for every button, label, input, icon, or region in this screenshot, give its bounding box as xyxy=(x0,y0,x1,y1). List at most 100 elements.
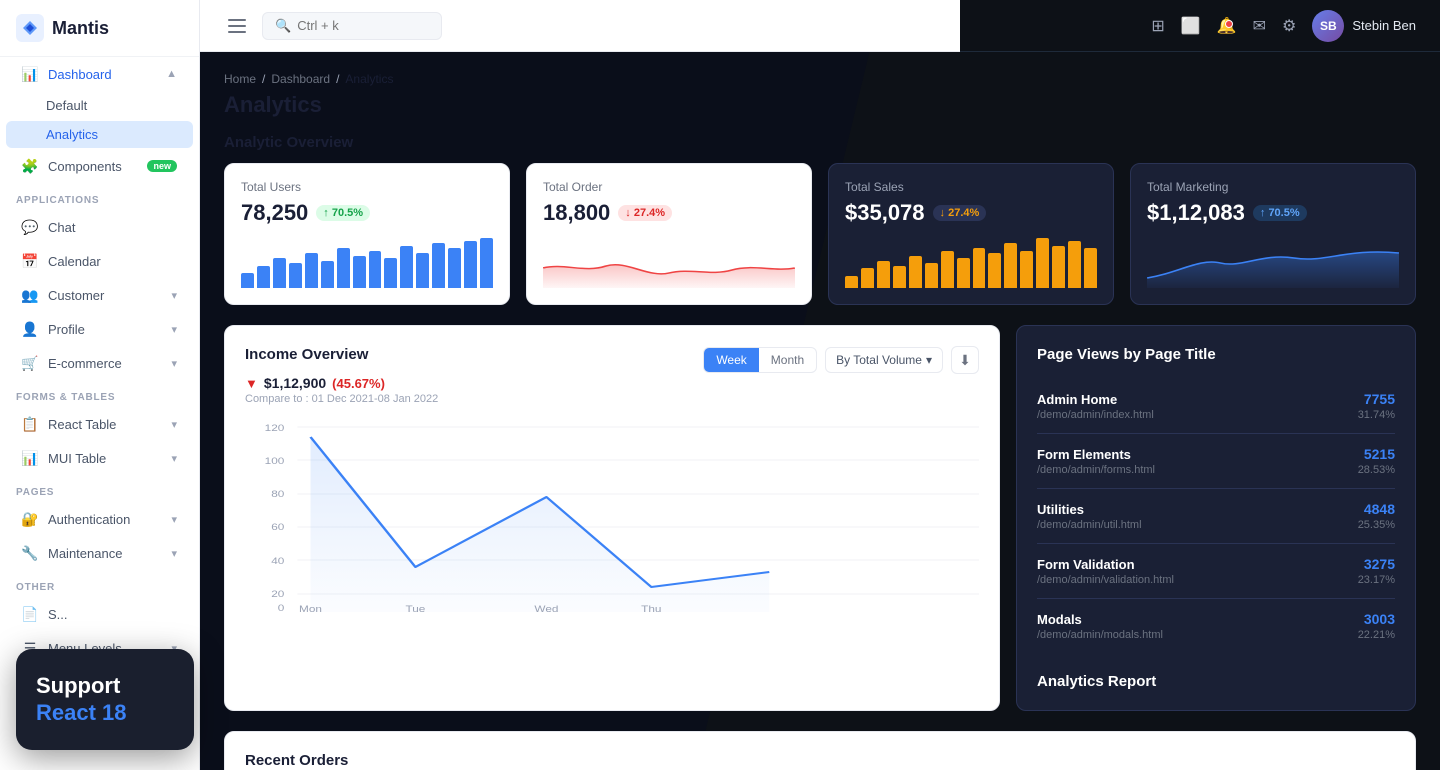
sample-icon: 📄 xyxy=(22,606,38,622)
content-area: Home / Dashboard / Analytics Analytics A… xyxy=(200,52,1440,770)
sidebar-item-profile[interactable]: 👤 Profile ▾ xyxy=(6,313,193,345)
pages-section-label: Pages xyxy=(0,475,199,502)
chevron-down-icon-7: ▾ xyxy=(171,547,177,560)
week-button[interactable]: Week xyxy=(704,348,758,372)
bar xyxy=(273,258,286,288)
app-name: Mantis xyxy=(52,18,109,39)
sidebar-sub-default[interactable]: Default xyxy=(6,92,193,119)
page-view-item: Form Validation /demo/admin/validation.h… xyxy=(1037,544,1395,599)
breadcrumb-current: Analytics xyxy=(345,72,393,86)
new-badge: new xyxy=(147,160,177,172)
svg-text:0: 0 xyxy=(278,604,285,613)
stat-sales-badge: ↓ 27.4% xyxy=(933,205,987,221)
sidebar-item-profile-label: Profile xyxy=(48,322,85,337)
sidebar-item-sample[interactable]: 📄 S... xyxy=(6,598,193,630)
pv-url: /demo/admin/index.html xyxy=(1037,409,1154,421)
bar xyxy=(1036,238,1049,288)
chevron-down-icon: ▾ xyxy=(171,289,177,302)
chevron-down-icon-5: ▾ xyxy=(171,452,177,465)
chevron-down-icon-select: ▾ xyxy=(926,353,932,367)
pv-page-name: Form Validation xyxy=(1037,557,1174,572)
bar xyxy=(337,248,350,288)
header: 🔍 ⊞ ⬜ 🔔 ✉ ⚙ SB Stebin Ben xyxy=(200,0,1440,52)
bar xyxy=(925,263,938,288)
sidebar-item-calendar[interactable]: 📅 Calendar xyxy=(6,245,193,277)
search-box[interactable]: 🔍 xyxy=(262,12,442,40)
month-button[interactable]: Month xyxy=(759,348,816,372)
pv-left: Admin Home /demo/admin/index.html xyxy=(1037,392,1154,421)
bar xyxy=(893,266,906,289)
breadcrumb-parent[interactable]: Dashboard xyxy=(271,72,330,86)
chevron-down-icon-4: ▾ xyxy=(171,418,177,431)
analytic-overview-title: Analytic Overview xyxy=(224,134,1416,151)
income-compare: Compare to : 01 Dec 2021-08 Jan 2022 xyxy=(245,393,438,405)
apps-icon[interactable]: ⊞ xyxy=(1151,16,1164,36)
screen-icon[interactable]: ⬜ xyxy=(1181,16,1201,36)
pv-count: 3275 xyxy=(1358,556,1395,572)
menu-toggle-button[interactable] xyxy=(224,15,250,37)
chevron-down-icon-3: ▾ xyxy=(171,357,177,370)
sidebar-item-mui-table[interactable]: 📊 MUI Table ▾ xyxy=(6,442,193,474)
bar xyxy=(861,268,874,288)
svg-text:40: 40 xyxy=(271,557,284,566)
bar xyxy=(384,258,397,288)
pv-left: Utilities /demo/admin/util.html xyxy=(1037,502,1142,531)
period-btn-group: Week Month xyxy=(703,347,817,373)
sidebar-item-chat[interactable]: 💬 Chat xyxy=(6,211,193,243)
page-views-card: Page Views by Page Title Admin Home /dem… xyxy=(1016,325,1416,711)
sidebar-item-components[interactable]: 🧩 Components new xyxy=(6,150,193,182)
maintenance-icon: 🔧 xyxy=(22,545,38,561)
stat-orders-badge: ↓ 27.4% xyxy=(618,205,672,221)
sidebar-item-customer[interactable]: 👥 Customer ▾ xyxy=(6,279,193,311)
sidebar-item-dashboard[interactable]: 📊 Dashboard ▲ xyxy=(6,58,193,90)
stat-sales-label: Total Sales xyxy=(845,180,1097,194)
chevron-down-icon-6: ▾ xyxy=(171,513,177,526)
download-button[interactable]: ⬇ xyxy=(951,346,979,374)
sidebar-item-customer-label: Customer xyxy=(48,288,104,303)
sidebar-item-authentication[interactable]: 🔐 Authentication ▾ xyxy=(6,503,193,535)
bar xyxy=(1084,248,1097,288)
sidebar-logo[interactable]: Mantis xyxy=(0,0,199,57)
bar xyxy=(289,263,302,288)
pv-page-name: Utilities xyxy=(1037,502,1142,517)
stat-orders-label: Total Order xyxy=(543,180,795,194)
user-info[interactable]: SB Stebin Ben xyxy=(1312,10,1416,42)
pv-page-name: Form Elements xyxy=(1037,447,1155,462)
sidebar-item-maintenance[interactable]: 🔧 Maintenance ▾ xyxy=(6,537,193,569)
sidebar-item-react-table[interactable]: 📋 React Table ▾ xyxy=(6,408,193,440)
stat-users-chart xyxy=(241,238,493,288)
pv-count: 4848 xyxy=(1358,501,1395,517)
support-popup[interactable]: Support React 18 xyxy=(16,649,194,750)
sidebar-sub-default-label: Default xyxy=(46,98,87,113)
sidebar-item-calendar-label: Calendar xyxy=(48,254,101,269)
page-view-item: Modals /demo/admin/modals.html 3003 22.2… xyxy=(1037,599,1395,653)
breadcrumb-home[interactable]: Home xyxy=(224,72,256,86)
notification-icon[interactable]: 🔔 xyxy=(1217,16,1237,36)
stat-users-value: 78,250 ↑ 70.5% xyxy=(241,200,493,226)
pv-pct: 23.17% xyxy=(1358,574,1395,586)
stats-grid: Total Users 78,250 ↑ 70.5% xyxy=(224,163,1416,305)
sidebar-item-ecommerce[interactable]: 🛒 E-commerce ▾ xyxy=(6,347,193,379)
bar xyxy=(432,243,445,288)
search-icon: 🔍 xyxy=(275,18,291,34)
search-input[interactable] xyxy=(297,18,417,33)
volume-select[interactable]: By Total Volume ▾ xyxy=(825,347,943,373)
pv-right: 7755 31.74% xyxy=(1358,391,1395,421)
bar xyxy=(448,248,461,288)
stat-marketing-label: Total Marketing xyxy=(1147,180,1399,194)
sidebar-sub-analytics[interactable]: Analytics xyxy=(6,121,193,148)
bar xyxy=(480,238,493,288)
mantis-logo-icon xyxy=(16,14,44,42)
settings-icon[interactable]: ⚙ xyxy=(1282,16,1296,36)
sidebar-item-dashboard-label: Dashboard xyxy=(48,67,112,82)
bar xyxy=(416,253,429,288)
svg-text:60: 60 xyxy=(271,523,284,532)
mail-icon[interactable]: ✉ xyxy=(1253,16,1266,36)
page-title: Analytics xyxy=(224,92,1416,118)
stat-orders-chart xyxy=(543,238,795,288)
bar xyxy=(877,261,890,289)
svg-text:20: 20 xyxy=(271,590,284,599)
pv-count: 7755 xyxy=(1358,391,1395,407)
income-chart: 120 100 80 60 40 20 0 xyxy=(245,417,979,622)
bar xyxy=(1052,246,1065,289)
